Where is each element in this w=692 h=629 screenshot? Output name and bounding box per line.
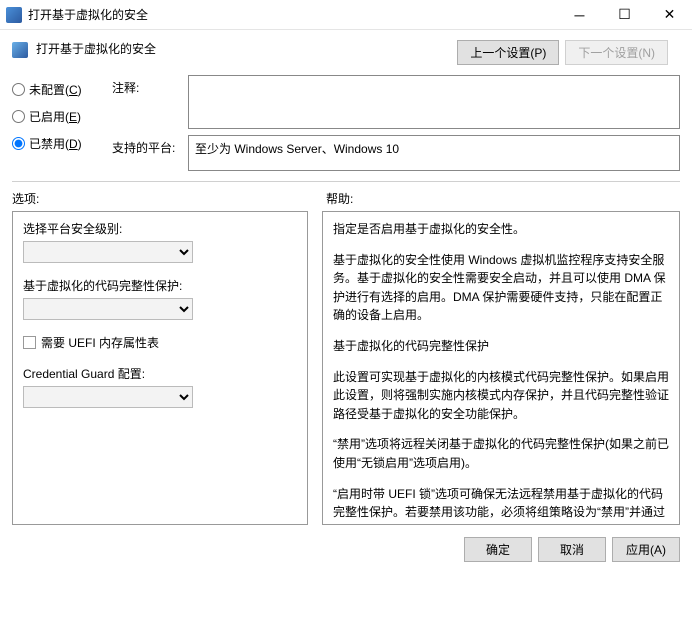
policy-icon [12, 42, 28, 58]
code-integrity-select[interactable] [23, 298, 193, 320]
cancel-button[interactable]: 取消 [538, 537, 606, 562]
platform-security-level-label: 选择平台安全级别: [23, 220, 297, 237]
radio-not-configured-input[interactable] [12, 83, 25, 96]
header-row: 打开基于虚拟化的安全 上一个设置(P) 下一个设置(N) [0, 30, 692, 69]
options-panel: 选择平台安全级别: 基于虚拟化的代码完整性保护: 需要 UEFI 内存属性表 C… [12, 211, 308, 525]
maximize-button[interactable]: ☐ [602, 0, 647, 30]
supported-platforms: 至少为 Windows Server、Windows 10 [188, 135, 680, 171]
close-button[interactable]: ✕ [647, 0, 692, 30]
credential-guard-label: Credential Guard 配置: [23, 365, 297, 382]
help-text: 指定是否启用基于虚拟化的安全性。 [333, 220, 669, 239]
credential-guard-select[interactable] [23, 386, 193, 408]
help-text: “启用时带 UEFI 锁”选项可确保无法远程禁用基于虚拟化的代码完整性保护。若要… [333, 485, 669, 525]
radio-disabled[interactable]: 已禁用(D) [12, 135, 112, 152]
next-setting-button[interactable]: 下一个设置(N) [565, 40, 668, 65]
uefi-checkbox-label: 需要 UEFI 内存属性表 [41, 334, 159, 351]
radio-not-configured[interactable]: 未配置(C) [12, 81, 112, 98]
previous-setting-button[interactable]: 上一个设置(P) [457, 40, 559, 65]
window-title: 打开基于虚拟化的安全 [28, 6, 557, 23]
help-label: 帮助: [314, 190, 680, 207]
help-text: 基于虚拟化的代码完整性保护 [333, 337, 669, 356]
comment-input[interactable] [188, 75, 680, 129]
app-icon [6, 7, 22, 23]
uefi-checkbox[interactable] [23, 336, 36, 349]
radio-enabled-input[interactable] [12, 110, 25, 123]
platform-security-level-select[interactable] [23, 241, 193, 263]
options-label: 选项: [12, 190, 314, 207]
help-panel: 指定是否启用基于虚拟化的安全性。 基于虚拟化的安全性使用 Windows 虚拟机… [322, 211, 680, 525]
supported-label: 支持的平台: [112, 135, 182, 156]
ok-button[interactable]: 确定 [464, 537, 532, 562]
radio-enabled[interactable]: 已启用(E) [12, 108, 112, 125]
config-section: 未配置(C) 已启用(E) 已禁用(D) 注释: 支持的平台: 至少为 Wind… [0, 69, 692, 173]
radio-disabled-input[interactable] [12, 137, 25, 150]
title-bar: 打开基于虚拟化的安全 ─ ☐ ✕ [0, 0, 692, 30]
help-text: “禁用”选项将远程关闭基于虚拟化的代码完整性保护(如果之前已使用“无锁启用”选项… [333, 435, 669, 472]
policy-title: 打开基于虚拟化的安全 [36, 40, 457, 57]
section-labels: 选项: 帮助: [0, 186, 692, 211]
help-text: 此设置可实现基于虚拟化的内核模式代码完整性保护。如果启用此设置，则将强制实施内核… [333, 368, 669, 424]
uefi-checkbox-row[interactable]: 需要 UEFI 内存属性表 [23, 334, 297, 351]
panels: 选择平台安全级别: 基于虚拟化的代码完整性保护: 需要 UEFI 内存属性表 C… [0, 211, 692, 533]
minimize-button[interactable]: ─ [557, 0, 602, 30]
state-radio-group: 未配置(C) 已启用(E) 已禁用(D) [12, 75, 112, 171]
code-integrity-label: 基于虚拟化的代码完整性保护: [23, 277, 297, 294]
separator [12, 181, 680, 182]
comment-label: 注释: [112, 75, 182, 96]
footer-buttons: 确定 取消 应用(A) [0, 533, 692, 570]
help-text: 基于虚拟化的安全性使用 Windows 虚拟机监控程序支持安全服务。基于虚拟化的… [333, 251, 669, 325]
apply-button[interactable]: 应用(A) [612, 537, 680, 562]
